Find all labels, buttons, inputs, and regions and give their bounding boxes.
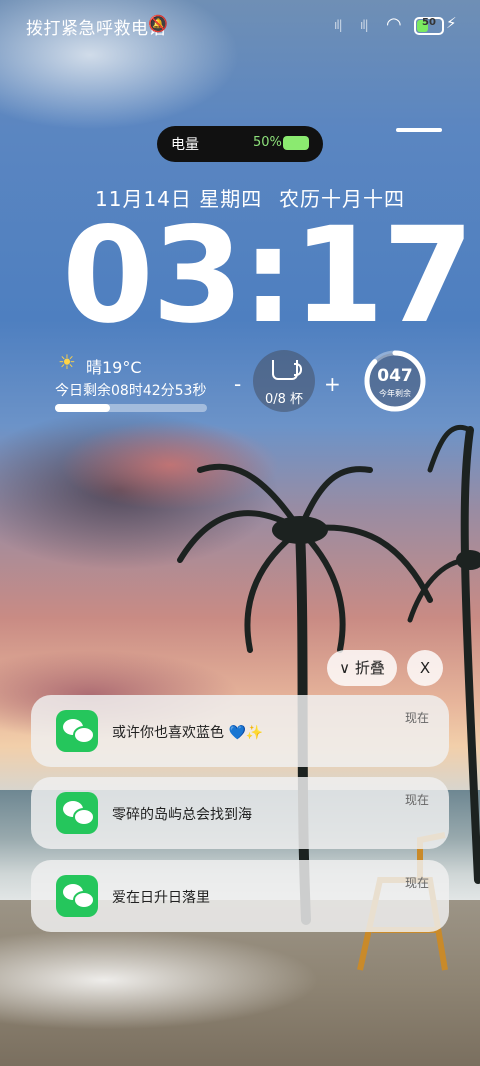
notification-time: 现在: [404, 711, 429, 725]
wifi-icon: ◠: [386, 14, 402, 35]
notification-card[interactable]: 零碎的岛屿总会找到海 现在: [31, 777, 449, 849]
emergency-call-text[interactable]: 拨打紧急呼救电话: [26, 14, 166, 39]
wechat-icon: [56, 875, 98, 917]
days-remaining-number: 047: [377, 366, 413, 386]
battery-icon: 50: [414, 17, 444, 35]
clock: 03:17: [62, 199, 474, 353]
notification-time: 现在: [404, 876, 429, 890]
sun-icon: ☀: [58, 350, 76, 374]
signal-icon: ıl|: [360, 18, 369, 32]
day-progress-bar: [55, 404, 207, 412]
water-count: 0/8 杯: [264, 392, 304, 407]
bolt-icon: ⚡: [446, 14, 457, 32]
day-progress-fill: [55, 404, 110, 412]
status-bar: 拨打紧急呼救电话 🔕 ıl| ıl| ◠ 50 ⚡: [0, 12, 480, 40]
weather-text: 晴19°C: [86, 358, 142, 377]
battery-pill: 电量 50%: [157, 126, 323, 162]
close-notifications-button[interactable]: X: [407, 650, 443, 686]
notification-text: 爱在日升日落里: [112, 890, 210, 906]
battery-pill-label: 电量: [171, 137, 199, 153]
battery-pill-percent: 50%: [253, 135, 282, 150]
wechat-icon: [56, 710, 98, 752]
signal-icon: ıl|: [334, 18, 343, 32]
collapse-button[interactable]: ∨ 折叠: [327, 650, 397, 686]
water-minus-button[interactable]: -: [234, 372, 241, 396]
battery-pill-icon: [283, 136, 309, 150]
page-indicator: [396, 128, 442, 132]
notification-text: 或许你也喜欢蓝色 💙✨: [112, 725, 264, 741]
time-remaining-text: 今日剩余08时42分53秒: [55, 383, 207, 399]
notification-time: 现在: [404, 793, 429, 807]
notification-text: 零碎的岛屿总会找到海: [112, 807, 252, 823]
days-remaining-label: 今年剩余: [379, 389, 411, 398]
bell-off-icon: 🔕: [148, 14, 168, 33]
notification-card[interactable]: 或许你也喜欢蓝色 💙✨ 现在: [31, 695, 449, 767]
notification-card[interactable]: 爱在日升日落里 现在: [31, 860, 449, 932]
battery-percent: 50: [422, 17, 436, 28]
wechat-icon: [56, 792, 98, 834]
water-plus-button[interactable]: +: [324, 372, 341, 396]
